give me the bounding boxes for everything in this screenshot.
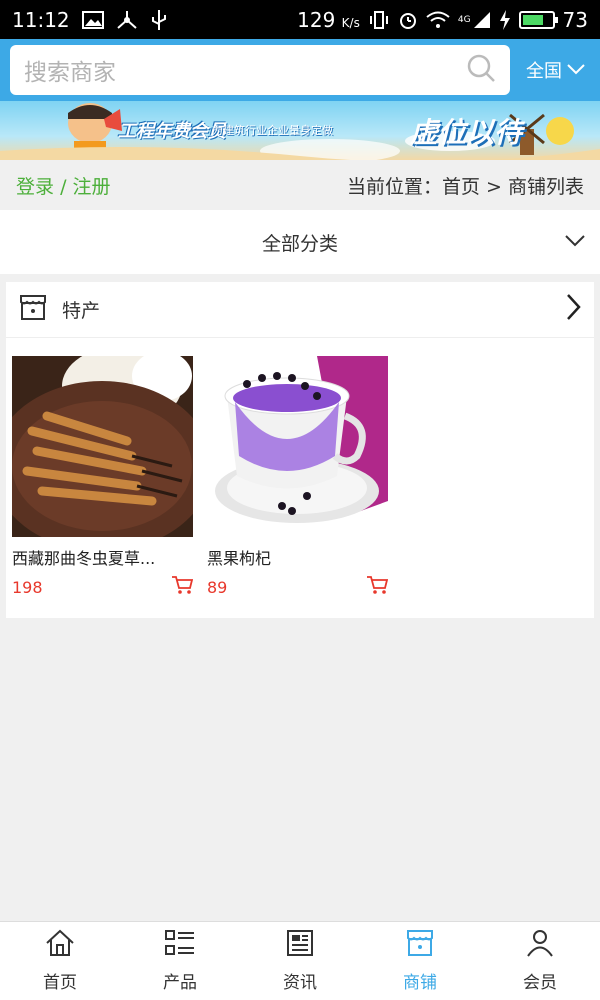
position-label: 当前位置： <box>346 175 442 198</box>
list-icon <box>165 929 195 962</box>
product-image-cordyceps[interactable] <box>12 356 193 537</box>
shop-card: 特产 西藏那曲冬虫夏草... 198 黑果枸杞 89 <box>6 282 594 618</box>
signal-icon: 4G <box>458 11 491 29</box>
nav-item-member[interactable]: 会员 <box>480 922 600 1000</box>
alarm-icon <box>398 10 418 30</box>
breadcrumb-home[interactable]: 首页 <box>442 176 480 198</box>
chevron-down-icon <box>564 230 586 252</box>
banner-subline: 为建筑行业企业量身定做 <box>212 124 333 137</box>
region-selector[interactable]: 全国 <box>526 57 586 83</box>
battery-percent: 73 <box>562 7 588 32</box>
nav-label: 产品 <box>163 973 197 993</box>
product-price: 198 <box>12 577 43 597</box>
search-input[interactable]: 搜索商家 <box>10 45 510 95</box>
search-placeholder: 搜索商家 <box>24 60 116 86</box>
auth-links: 登录 / 注册 <box>16 172 111 199</box>
nav-label: 首页 <box>43 973 77 993</box>
image-icon <box>81 10 104 29</box>
net-speed: 129 K/s <box>297 7 360 32</box>
chevron-down-icon <box>566 60 586 81</box>
shop-icon <box>405 929 435 962</box>
product-name[interactable]: 西藏那曲冬虫夏草... <box>12 545 193 569</box>
cart-icon[interactable] <box>171 575 194 599</box>
usb-icon <box>150 9 168 31</box>
banner-headline: 工程年费会员 <box>118 121 226 142</box>
store-icon <box>18 292 48 327</box>
cart-icon[interactable] <box>366 575 389 599</box>
product-card[interactable]: 黑果枸杞 89 <box>207 356 389 599</box>
search-header: 搜索商家 全国 <box>0 39 600 101</box>
category-selector[interactable]: 全部分类 <box>0 210 600 274</box>
breadcrumb-current: 商铺列表 <box>507 175 584 198</box>
shop-header[interactable]: 特产 <box>6 282 594 338</box>
charging-icon <box>499 9 511 30</box>
wifi-icon <box>426 11 450 29</box>
nav-item-home[interactable]: 首页 <box>0 922 120 1000</box>
nav-item-products[interactable]: 产品 <box>120 922 240 1000</box>
nav-label: 会员 <box>523 973 557 993</box>
news-icon <box>285 929 315 962</box>
banner-slogan: 虚位以待 <box>410 116 523 149</box>
status-bar: 11:12 129 K/s 4G 73 <box>0 0 600 39</box>
breadcrumb-arrow: > <box>486 175 502 198</box>
breadcrumb: 当前位置：首页 > 商铺列表 <box>347 172 584 199</box>
category-label: 全部分类 <box>261 232 338 255</box>
product-image-goji[interactable] <box>207 356 388 537</box>
register-link[interactable]: 注册 <box>73 176 111 198</box>
product-name[interactable]: 黑果枸杞 <box>207 545 388 569</box>
product-grid: 西藏那曲冬虫夏草... 198 黑果枸杞 89 <box>6 338 594 599</box>
region-label: 全国 <box>526 61 562 82</box>
chevron-right-icon[interactable] <box>564 293 582 326</box>
share-icon <box>116 10 138 30</box>
product-price: 89 <box>207 577 228 597</box>
promo-banner[interactable]: 工程年费会员 为建筑行业企业量身定做 虚位以待 <box>0 101 600 160</box>
vibrate-icon <box>368 10 390 30</box>
user-icon <box>525 929 555 962</box>
login-link[interactable]: 登录 <box>16 176 54 198</box>
breadcrumb-bar: 登录 / 注册 当前位置：首页 > 商铺列表 <box>0 160 600 210</box>
auth-separator: / <box>60 175 67 198</box>
shop-name: 特产 <box>62 300 101 322</box>
home-icon <box>45 929 75 962</box>
battery-icon <box>518 10 558 29</box>
search-icon[interactable] <box>466 53 496 87</box>
nav-item-shops[interactable]: 商铺 <box>360 922 480 1000</box>
clock: 11:12 <box>12 7 70 32</box>
bottom-nav: 首页 产品 资讯 商铺 会员 <box>0 921 600 1000</box>
nav-label: 商铺 <box>403 973 437 993</box>
nav-label: 资讯 <box>283 973 317 993</box>
product-card[interactable]: 西藏那曲冬虫夏草... 198 <box>12 356 194 599</box>
nav-item-news[interactable]: 资讯 <box>240 922 360 1000</box>
